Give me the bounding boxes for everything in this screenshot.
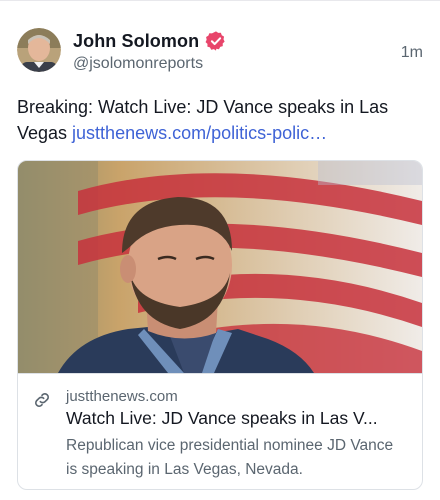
avatar[interactable] bbox=[17, 28, 61, 72]
card-meta: justthenews.com Watch Live: JD Vance spe… bbox=[18, 374, 422, 488]
link-icon bbox=[32, 390, 52, 410]
post-link[interactable]: justthenews.com/politics-polic… bbox=[72, 123, 327, 143]
avatar-photo-icon bbox=[17, 28, 61, 72]
name-row: John Solomon bbox=[73, 30, 227, 52]
verified-badge-icon bbox=[205, 30, 227, 52]
display-name[interactable]: John Solomon bbox=[73, 31, 199, 52]
handle[interactable]: @jsolomonreports bbox=[73, 55, 203, 73]
link-preview-card[interactable]: justthenews.com Watch Live: JD Vance spe… bbox=[17, 160, 423, 490]
article-photo[interactable] bbox=[18, 161, 422, 374]
card-description: Republican vice presidential nominee JD … bbox=[66, 437, 394, 478]
post-text: Breaking: Watch Live: JD Vance speaks in… bbox=[17, 94, 423, 146]
post-header: John Solomon @jsolomonreports 1m bbox=[17, 28, 427, 76]
timestamp[interactable]: 1m bbox=[401, 44, 423, 62]
top-divider bbox=[0, 0, 440, 1]
card-domain: justthenews.com bbox=[66, 388, 178, 405]
card-title[interactable]: Watch Live: JD Vance speaks in Las V... bbox=[66, 408, 411, 429]
